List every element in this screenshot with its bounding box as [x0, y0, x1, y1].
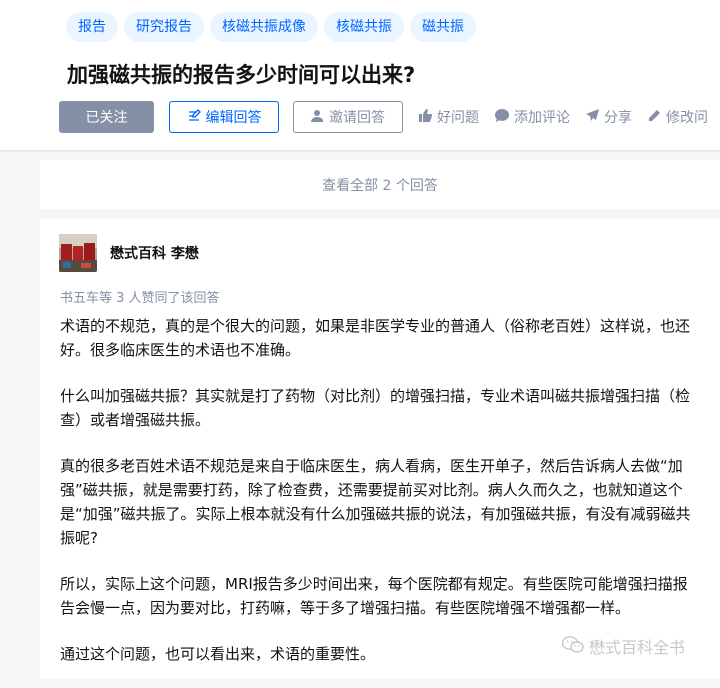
- answer-paragraph: 术语的不规范，真的是个很大的问题，如果是非医学专业的普通人（俗称老百姓）这样说，…: [60, 317, 691, 359]
- edit-icon: [187, 108, 201, 126]
- view-all-answers-link[interactable]: 查看全部 2 个回答: [322, 175, 438, 195]
- edit-answer-button[interactable]: 编辑回答: [169, 101, 279, 133]
- invite-answer-button[interactable]: 邀请回答: [293, 101, 403, 133]
- wechat-icon: [561, 635, 584, 657]
- person-icon: [311, 109, 324, 126]
- topic-tag[interactable]: 核磁共振成像: [210, 12, 318, 42]
- view-all-answers-card[interactable]: 查看全部 2 个回答: [40, 160, 720, 209]
- pencil-icon: [648, 109, 661, 125]
- voters-summary[interactable]: 书五车等 3 人赞同了该回答: [60, 287, 220, 306]
- thumbs-up-icon: [419, 109, 433, 125]
- question-title: 加强磁共振的报告多少时间可以出来?: [67, 63, 416, 87]
- question-actions: 已关注 编辑回答 邀请回答 好问题 添加评论 分享 修改问: [59, 100, 708, 134]
- topic-tag[interactable]: 报告: [66, 12, 118, 42]
- watermark-text: 懋式百科全书: [589, 638, 686, 657]
- good-question-button[interactable]: 好问题: [419, 107, 479, 127]
- invite-answer-label: 邀请回答: [329, 110, 385, 126]
- share-label: 分享: [604, 110, 632, 126]
- answer-content: 术语的不规范，真的是个很大的问题，如果是非医学专业的普通人（俗称老百姓）这样说，…: [60, 314, 700, 688]
- good-question-label: 好问题: [437, 110, 479, 126]
- topic-tag[interactable]: 磁共振: [410, 12, 476, 42]
- question-header: 报告 研究报告 核磁共振成像 核磁共振 磁共振 加强磁共振的报告多少时间可以出来…: [0, 0, 720, 150]
- paper-plane-icon: [586, 109, 599, 125]
- answer-paragraph: 什么叫加强磁共振？其实就是打了药物（对比剂）的增强扫描，专业术语叫磁共振增强扫描…: [60, 387, 691, 429]
- topic-tag[interactable]: 研究报告: [124, 12, 204, 42]
- author-name[interactable]: 懋式百科 李懋: [110, 243, 199, 263]
- answer-card: 懋式百科 李懋 书五车等 3 人赞同了该回答 术语的不规范，真的是个很大的问题，…: [40, 219, 720, 679]
- modify-question-button[interactable]: 修改问: [648, 107, 708, 127]
- add-comment-button[interactable]: 添加评论: [495, 107, 570, 127]
- followed-button[interactable]: 已关注: [59, 101, 154, 133]
- edit-answer-label: 编辑回答: [205, 110, 262, 126]
- answer-paragraph: 所以，实际上这个问题，MRI报告多少时间出来，每个医院都有规定。有些医院可能增强…: [60, 575, 688, 617]
- comment-icon: [495, 109, 509, 125]
- avatar[interactable]: [59, 234, 97, 272]
- watermark: 懋式百科全书: [561, 634, 686, 658]
- topic-tags: 报告 研究报告 核磁共振成像 核磁共振 磁共振: [66, 12, 476, 42]
- add-comment-label: 添加评论: [514, 110, 570, 126]
- modify-question-label: 修改问: [666, 110, 708, 126]
- answer-paragraph: 真的很多老百姓术语不规范是来自于临床医生，病人看病，医生开单子，然后告诉病人去做…: [60, 457, 691, 547]
- share-button[interactable]: 分享: [586, 107, 632, 127]
- topic-tag[interactable]: 核磁共振: [324, 12, 404, 42]
